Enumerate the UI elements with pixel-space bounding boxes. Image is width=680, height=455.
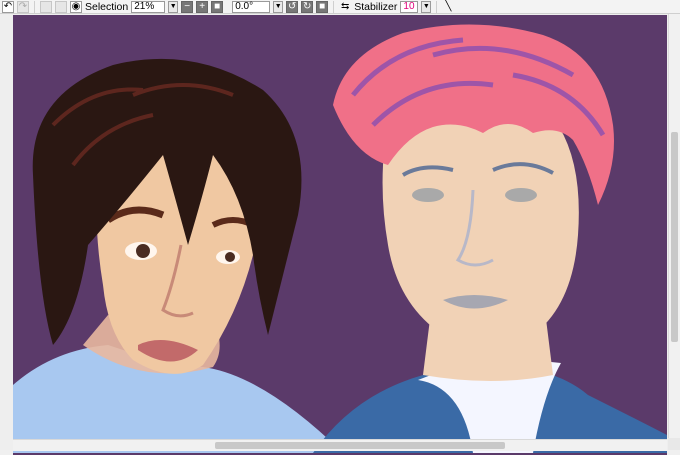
chevron-down-icon: ▼ — [169, 3, 177, 10]
toolbar-divider — [333, 0, 335, 13]
stabilizer-value: 10 — [403, 0, 415, 12]
stabilizer-dropdown[interactable]: ▼ — [421, 0, 432, 13]
fit-button[interactable]: ■ — [211, 0, 224, 13]
zoom-dropdown[interactable]: ▼ — [168, 0, 179, 13]
vertical-scroll-thumb[interactable] — [671, 132, 678, 342]
chevron-down-icon: ▼ — [422, 3, 430, 10]
stabilizer-field[interactable]: 10 — [400, 0, 419, 13]
pen-icon: ╲ — [445, 0, 452, 12]
rotation-dropdown[interactable]: ▼ — [273, 0, 284, 13]
eye-button[interactable]: ◉ — [70, 0, 82, 13]
redo-button[interactable]: ↷ — [17, 0, 29, 13]
reset-rotation-icon: ■ — [319, 0, 326, 12]
left-iris — [136, 244, 150, 258]
top-toolbar: ↶ ↷ ◉ Selection 21% ▼ − + ■ 0.0° ▼ ↺ ↻ ■… — [0, 0, 680, 14]
right-eye — [412, 188, 444, 202]
stabilizer-label: Stabilizer — [354, 0, 398, 13]
blank-button-2[interactable] — [55, 0, 67, 13]
drawing-canvas[interactable] — [13, 15, 667, 455]
eye-icon: ◉ — [71, 0, 81, 12]
left-iris-2 — [225, 252, 235, 262]
toolbar-divider — [436, 0, 438, 13]
pen-button[interactable]: ╲ — [442, 1, 454, 13]
blank-button-1[interactable] — [40, 0, 52, 13]
rotate-left-button[interactable]: ↺ — [286, 0, 299, 13]
toolbar-divider — [34, 0, 35, 13]
rotate-left-icon: ↺ — [288, 0, 297, 12]
zoom-value: 21% — [134, 0, 155, 12]
rotation-value: 0.0° — [235, 0, 254, 12]
rotate-right-button[interactable]: ↻ — [301, 0, 314, 13]
vertical-scrollbar[interactable] — [668, 14, 680, 438]
redo-icon: ↷ — [18, 0, 28, 12]
zoom-in-button[interactable]: + — [196, 0, 209, 13]
fit-icon: ■ — [214, 0, 221, 12]
zoom-field[interactable]: 21% — [131, 0, 166, 13]
horizontal-scroll-thumb[interactable] — [215, 442, 505, 449]
undo-button[interactable]: ↶ — [2, 0, 14, 13]
zoom-out-button[interactable]: − — [181, 0, 194, 13]
selection-label: Selection — [85, 0, 129, 13]
undo-icon: ↶ — [3, 0, 13, 12]
zoom-in-icon: + — [199, 0, 206, 12]
painting — [13, 15, 667, 455]
rotate-right-icon: ↻ — [303, 0, 312, 12]
scroll-corner — [668, 438, 680, 450]
rotation-field[interactable]: 0.0° — [232, 0, 271, 13]
canvas-area[interactable] — [0, 14, 680, 455]
reset-rotation-button[interactable]: ■ — [316, 0, 329, 13]
zoom-out-icon: − — [184, 0, 191, 12]
flip-button[interactable]: ⇆ — [339, 1, 351, 13]
horizontal-scrollbar[interactable] — [13, 439, 667, 451]
flip-icon: ⇆ — [341, 0, 350, 12]
chevron-down-icon: ▼ — [274, 3, 282, 10]
right-eye-2 — [505, 188, 537, 202]
